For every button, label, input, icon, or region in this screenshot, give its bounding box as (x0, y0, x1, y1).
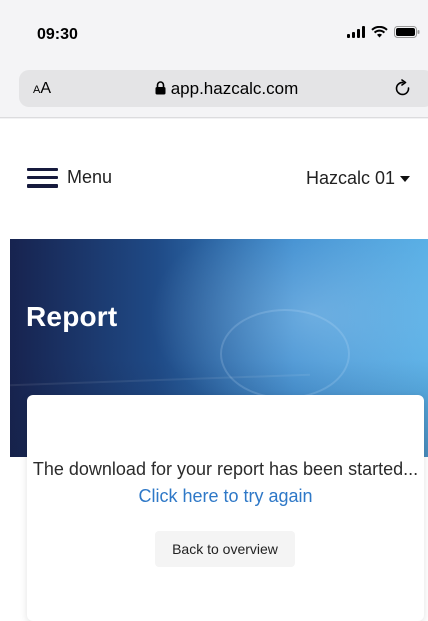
address-bar[interactable]: AA app.hazcalc.com (19, 70, 428, 107)
hamburger-icon (27, 167, 58, 188)
browser-chrome: 09:30 AA app.hazcalc.com (0, 0, 428, 118)
retry-link[interactable]: Click here to try again (138, 486, 312, 506)
wifi-icon (371, 26, 388, 38)
status-time: 09:30 (37, 26, 78, 43)
signal-icon (347, 26, 365, 38)
lock-icon (155, 80, 166, 100)
page-title: Report (26, 301, 118, 332)
status-bar: 09:30 (0, 0, 428, 70)
battery-icon (394, 26, 420, 38)
url-display[interactable]: app.hazcalc.com (19, 79, 428, 100)
account-dropdown[interactable]: Hazcalc 01 (306, 168, 410, 189)
download-message: The download for your report has been st… (27, 456, 424, 510)
menu-label: Menu (67, 167, 113, 187)
account-label: Hazcalc 01 (305, 168, 395, 188)
top-navigation: Menu Hazcalc 01 (0, 119, 428, 239)
url-text: app.hazcalc.com (170, 79, 299, 98)
reload-icon[interactable] (394, 79, 412, 104)
menu-button[interactable]: Menu (27, 167, 112, 188)
back-to-overview-button[interactable]: Back to overview (155, 531, 295, 567)
hero-background-shape (220, 309, 350, 399)
page-content: Menu Hazcalc 01 Report The download for … (0, 119, 428, 621)
status-icons (347, 26, 420, 38)
caret-down-icon (400, 175, 410, 182)
download-message-text: The download for your report has been st… (32, 459, 419, 479)
report-card: The download for your report has been st… (27, 395, 424, 621)
